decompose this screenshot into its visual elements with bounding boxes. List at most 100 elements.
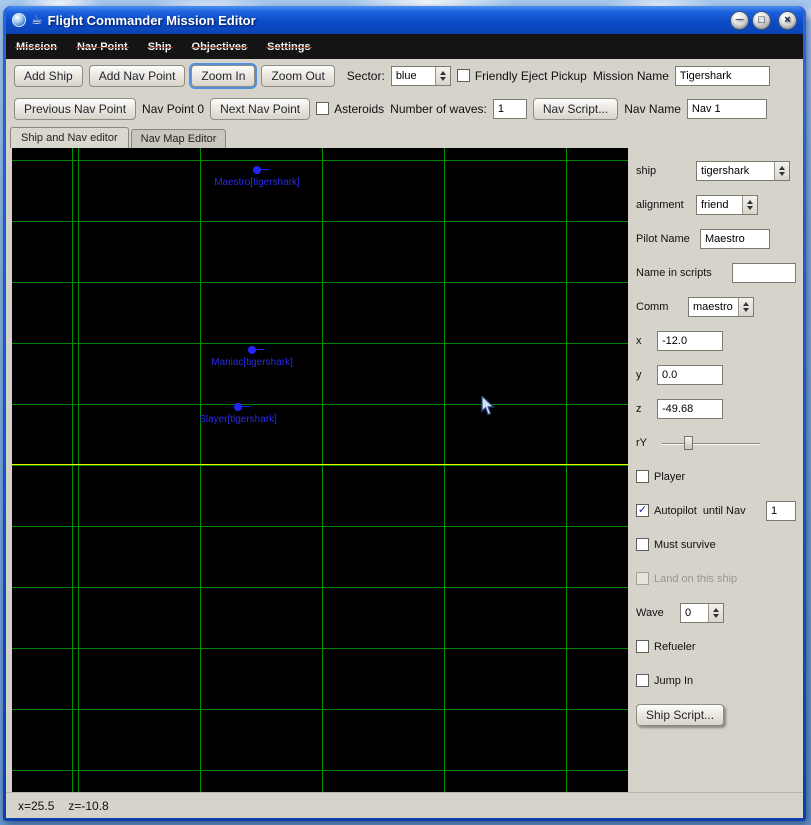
combo-arrows-icon[interactable]	[708, 603, 723, 622]
x-label: x	[636, 334, 642, 347]
ship-heading-icon	[241, 406, 250, 407]
scripts-name-label: Name in scripts	[636, 266, 712, 279]
y-label: y	[636, 368, 642, 381]
asteroids-label: Asteroids	[334, 101, 385, 116]
status-x: x=25.5	[18, 798, 55, 813]
close-button[interactable]: ×	[778, 10, 797, 30]
add-nav-point-button[interactable]: Add Nav Point	[88, 64, 186, 87]
ship-heading-icon	[255, 349, 264, 350]
app-window: ☕ Flight Commander Mission Editor ─ □ × …	[3, 6, 806, 821]
window-body: Mission Nav Point Ship Objectives Settin…	[6, 34, 803, 818]
mission-name-input[interactable]	[674, 65, 770, 86]
z-label: z	[636, 402, 642, 415]
editor-content: Maestro[tigershark] Maniac[tigershark] S…	[6, 148, 803, 792]
checkbox-box[interactable]	[316, 102, 330, 115]
java-icon: ☕	[31, 12, 43, 27]
autopilot-label: Autopilot	[654, 504, 697, 517]
friendly-eject-checkbox[interactable]: Friendly Eject Pickup	[456, 68, 587, 83]
checkbox-box[interactable]: ✓	[636, 504, 649, 517]
slider-thumb[interactable]	[684, 435, 693, 450]
window-controls: ─ □ ×	[730, 10, 797, 30]
zoom-out-button[interactable]: Zoom Out	[261, 64, 335, 87]
checkbox-box[interactable]	[636, 538, 649, 551]
pilot-name-label: Pilot Name	[636, 232, 690, 245]
ship-script-button[interactable]: Ship Script...	[636, 703, 725, 726]
y-input[interactable]	[657, 364, 723, 385]
previous-nav-button[interactable]: Previous Nav Point	[14, 97, 137, 120]
ship-select[interactable]: tigershark	[696, 160, 790, 181]
slider-track	[662, 442, 760, 445]
z-input[interactable]	[657, 398, 723, 419]
mission-name-label: Mission Name	[592, 68, 669, 83]
checkbox-box[interactable]	[636, 640, 649, 653]
sector-select[interactable]: blue	[390, 65, 451, 86]
close-icon: ×	[784, 13, 791, 26]
nav-point-label: Nav Point 0	[142, 101, 205, 116]
ship-label-text: ship	[636, 164, 657, 177]
window-title: Flight Commander Mission Editor	[47, 12, 256, 28]
sector-value: blue	[395, 69, 417, 82]
comm-select[interactable]: maestro	[688, 296, 754, 317]
tab-ship-and-nav-editor[interactable]: Ship and Nav editor	[10, 127, 129, 148]
combo-arrows-icon[interactable]	[774, 161, 789, 180]
scripts-name-input[interactable]	[732, 262, 796, 283]
menu-item-ship[interactable]: Ship	[146, 41, 173, 53]
toolbar-row-1: Add Ship Add Nav Point Zoom In Zoom Out …	[6, 59, 803, 92]
status-z: z=-10.8	[68, 798, 109, 813]
menubar: Mission Nav Point Ship Objectives Settin…	[6, 34, 803, 59]
jump-in-label: Jump In	[654, 674, 694, 687]
refueler-checkbox[interactable]: Refueler	[636, 640, 696, 653]
comm-label: Comm	[636, 300, 669, 313]
alignment-value: friend	[701, 198, 729, 211]
next-nav-button[interactable]: Next Nav Point	[210, 97, 311, 120]
ship-dot-icon	[253, 166, 261, 174]
must-survive-checkbox[interactable]: Must survive	[636, 538, 716, 551]
add-ship-button[interactable]: Add Ship	[14, 64, 83, 87]
checkbox-box[interactable]	[636, 470, 649, 483]
checkbox-box[interactable]	[636, 674, 649, 687]
menu-item-settings[interactable]: Settings	[266, 41, 312, 53]
until-nav-label: until Nav	[702, 504, 746, 517]
ship-properties-panel: ship tigershark alignment friend Pilot N…	[628, 148, 803, 792]
menu-item-objectives[interactable]: Objectives	[190, 41, 248, 53]
land-on-ship-label: Land on this ship	[654, 572, 738, 585]
waves-label: Number of waves:	[390, 101, 487, 116]
tab-nav-map-editor[interactable]: Nav Map Editor	[130, 129, 227, 148]
toolbar-row-2: Previous Nav Point Nav Point 0 Next Nav …	[6, 92, 803, 125]
nav-script-button[interactable]: Nav Script...	[532, 97, 619, 120]
x-input[interactable]	[657, 330, 723, 351]
ship-dot-icon	[234, 403, 242, 411]
menu-item-mission[interactable]: Mission	[15, 41, 58, 53]
wave-label: Wave	[636, 606, 664, 619]
combo-arrows-icon[interactable]	[434, 66, 450, 85]
checkbox-box[interactable]	[456, 69, 470, 82]
nav-name-input[interactable]	[686, 98, 767, 119]
wave-select[interactable]: 0	[680, 602, 724, 623]
asteroids-checkbox[interactable]: Asteroids	[316, 102, 384, 116]
map-axis-line	[12, 464, 628, 465]
refueler-label: Refueler	[654, 640, 696, 653]
autopilot-checkbox[interactable]: ✓ Autopilot	[636, 504, 697, 517]
waves-input[interactable]	[492, 98, 527, 119]
pilot-name-input[interactable]	[700, 228, 770, 249]
until-nav-input[interactable]	[766, 500, 796, 521]
combo-arrows-icon[interactable]	[738, 297, 753, 316]
nav-map-canvas[interactable]: Maestro[tigershark] Maniac[tigershark] S…	[12, 148, 628, 792]
zoom-in-button[interactable]: Zoom In	[191, 64, 256, 87]
wave-value: 0	[685, 606, 692, 619]
menu-item-nav-point[interactable]: Nav Point	[75, 41, 129, 53]
alignment-label: alignment	[636, 198, 684, 211]
titlebar[interactable]: ☕ Flight Commander Mission Editor ─ □ ×	[6, 6, 803, 34]
alignment-select[interactable]: friend	[696, 194, 758, 215]
ry-slider[interactable]	[662, 435, 760, 451]
player-checkbox[interactable]: Player	[636, 470, 685, 483]
friendly-eject-label: Friendly Eject Pickup	[474, 68, 587, 83]
jump-in-checkbox[interactable]: Jump In	[636, 674, 693, 687]
combo-arrows-icon[interactable]	[742, 195, 757, 214]
must-survive-label: Must survive	[654, 538, 716, 551]
maximize-icon: □	[758, 13, 765, 26]
maximize-button[interactable]: □	[752, 10, 771, 30]
minimize-button[interactable]: ─	[730, 10, 749, 30]
tabstrip: Ship and Nav editor Nav Map Editor	[6, 125, 803, 148]
desktop: ☕ Flight Commander Mission Editor ─ □ × …	[0, 0, 811, 825]
